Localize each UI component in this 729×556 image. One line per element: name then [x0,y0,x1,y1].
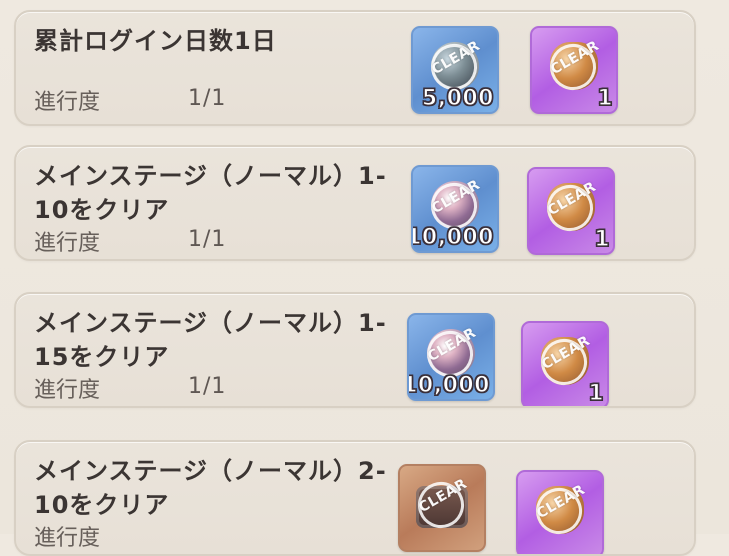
reward-quantity: 10,000 [411,224,494,250]
mission-card-2: メインステージ（ノーマル）1- 10をクリア 進行度 1/1 CLEAR 10,… [14,145,696,261]
mission-card-1: 累計ログイン日数1日 進行度 1/1 CLEAR 5,000 CLEAR 1 [14,10,696,126]
progress-value: 1/1 [188,86,227,111]
reward-icon[interactable]: CLEAR [516,470,604,554]
progress-label: 進行度 [34,526,101,551]
mission-list: 累計ログイン日数1日 進行度 1/1 CLEAR 5,000 CLEAR 1 メ… [0,0,729,556]
mission-card-3: メインステージ（ノーマル）1- 15をクリア 進行度 1/1 CLEAR 10,… [14,292,696,408]
mission-title: メインステージ（ノーマル）1- 15をクリア [34,309,387,371]
reward-icon[interactable]: CLEAR 1 [530,26,618,114]
reward-icon[interactable]: CLEAR 10,000 [411,165,499,253]
reward-quantity: 1 [588,380,605,406]
reward-icon[interactable]: CLEAR 1 [521,321,609,406]
mission-title: メインステージ（ノーマル）1- 10をクリア [34,162,387,224]
reward-quantity: 1 [597,85,614,111]
reward-quantity: 5,000 [421,85,494,111]
reward-icon[interactable]: CLEAR [398,464,486,552]
reward-quantity: 1 [594,226,611,252]
progress-label: 進行度 [34,90,101,115]
mission-title: メインステージ（ノーマル）2- 10をクリア [34,457,387,519]
reward-icon[interactable]: CLEAR 1 [527,167,615,255]
progress-label: 進行度 [34,231,101,256]
reward-quantity: 10,000 [407,372,490,398]
mission-card-4: メインステージ（ノーマル）2- 10をクリア 進行度 CLEAR CLEAR [14,440,696,556]
mission-title: 累計ログイン日数1日 [34,27,277,55]
progress-label: 進行度 [34,378,101,403]
progress-value: 1/1 [188,374,227,399]
reward-icon[interactable]: CLEAR 10,000 [407,313,495,401]
reward-icon[interactable]: CLEAR 5,000 [411,26,499,114]
progress-value: 1/1 [188,227,227,252]
